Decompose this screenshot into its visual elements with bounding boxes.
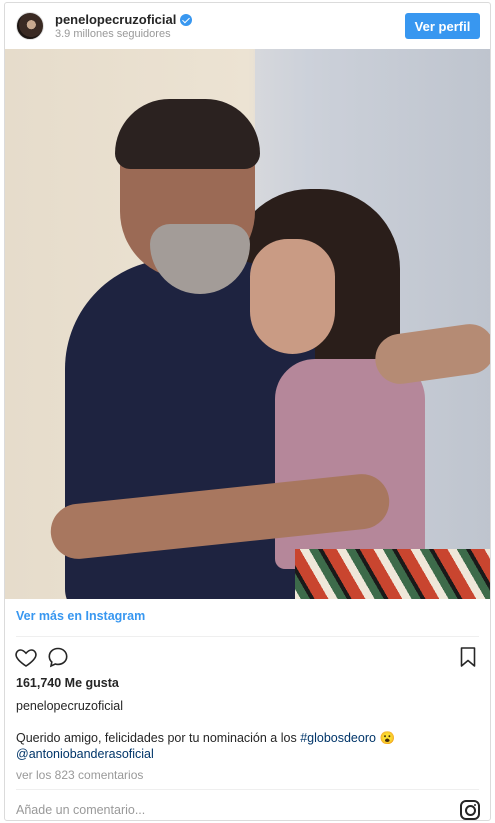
heart-icon[interactable] <box>14 645 38 669</box>
post-caption: Querido amigo, felicidades por tu nomina… <box>16 730 476 762</box>
post-header: penelopecruzoficial 3.9 millones seguido… <box>5 3 490 49</box>
post-owner-username[interactable]: penelopecruzoficial <box>16 699 123 713</box>
hashtag-link[interactable]: #globosdeoro <box>300 731 376 745</box>
avatar[interactable] <box>16 12 44 40</box>
view-more-on-instagram-link[interactable]: Ver más en Instagram <box>16 609 145 623</box>
add-comment-input[interactable] <box>16 801 436 819</box>
instagram-embed-card: penelopecruzoficial 3.9 millones seguido… <box>4 2 491 821</box>
post-photo[interactable] <box>5 49 490 599</box>
verified-badge-icon <box>180 13 193 26</box>
comment-icon[interactable] <box>46 645 70 669</box>
view-profile-button[interactable]: Ver perfil <box>405 13 480 39</box>
caption-text: Querido amigo, felicidades por tu nomina… <box>16 731 301 745</box>
username-row[interactable]: penelopecruzoficial <box>55 12 193 27</box>
likes-count[interactable]: 161,740 Me gusta <box>16 676 119 690</box>
mention-link[interactable]: @antoniobanderasoficial <box>16 747 154 761</box>
view-comments-link[interactable]: ver los 823 comentarios <box>16 768 143 782</box>
username[interactable]: penelopecruzoficial <box>55 12 176 27</box>
followers-count: 3.9 millones seguidores <box>55 28 171 40</box>
divider <box>16 789 479 790</box>
divider <box>16 636 479 637</box>
bookmark-icon[interactable] <box>456 645 480 669</box>
emoji: 😮 <box>379 731 396 745</box>
instagram-icon[interactable] <box>460 800 480 820</box>
